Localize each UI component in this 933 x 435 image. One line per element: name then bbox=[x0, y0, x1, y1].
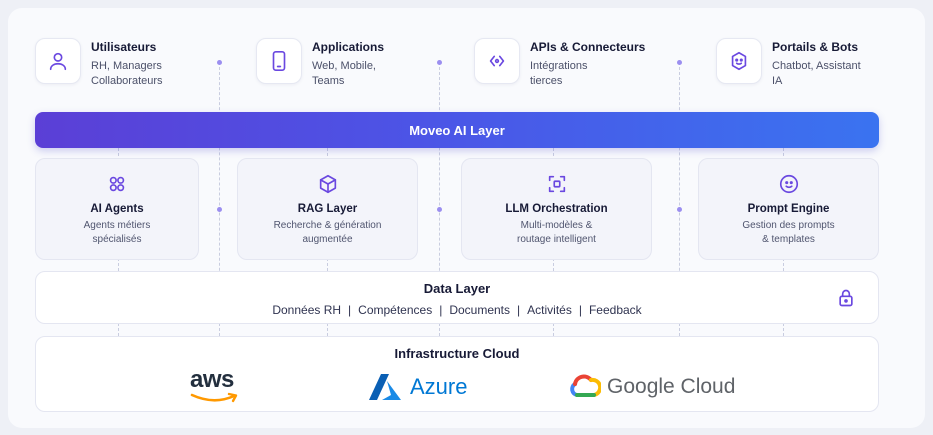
top-item-apis: APIs & Connecteurs Intégrations tierces bbox=[474, 38, 645, 94]
connector-dot bbox=[217, 60, 222, 65]
api-connector-icon bbox=[474, 38, 520, 84]
data-item: Feedback bbox=[588, 303, 642, 317]
data-item: Documents bbox=[449, 303, 511, 317]
bot-icon bbox=[716, 38, 762, 84]
module-subtitle: Agents métiers spécialisés bbox=[83, 220, 151, 245]
data-item: Activités bbox=[527, 303, 572, 317]
top-item-subtitle: Intégrations tierces bbox=[530, 60, 588, 87]
top-item-title: Applications bbox=[312, 40, 385, 54]
top-item-subtitle: Web, Mobile, Teams bbox=[312, 60, 376, 87]
module-card-ai-agents: AI Agents Agents métiers spécialisés bbox=[35, 158, 199, 260]
orchestration-icon bbox=[548, 175, 565, 193]
aws-wordmark: aws bbox=[190, 366, 234, 393]
connector-dot bbox=[437, 207, 442, 212]
data-layer-title: Data Layer bbox=[423, 281, 491, 296]
infrastructure-panel: Infrastructure Cloud aws Azure Google Cl… bbox=[35, 336, 879, 412]
azure-logo: Azure bbox=[368, 373, 467, 401]
data-separator: | bbox=[517, 303, 521, 317]
module-card-llm: LLM Orchestration Multi-modèles & routag… bbox=[461, 158, 652, 260]
data-separator: | bbox=[439, 303, 443, 317]
mobile-icon bbox=[256, 38, 302, 84]
top-item-subtitle: Chatbot, Assistant IA bbox=[772, 60, 861, 87]
top-item-portals: Portails & Bots Chatbot, Assistant IA bbox=[716, 38, 861, 94]
google-cloud-mark-icon bbox=[570, 374, 601, 397]
infrastructure-title: Infrastructure Cloud bbox=[394, 346, 520, 361]
top-item-users: Utilisateurs RH, Managers Collaborateurs bbox=[35, 38, 163, 94]
data-separator: | bbox=[578, 303, 582, 317]
google-cloud-logo: Google Cloud bbox=[569, 373, 735, 401]
aws-smile-icon bbox=[190, 392, 238, 403]
google-cloud-wordmark: Google Cloud bbox=[607, 375, 736, 398]
module-subtitle: Recherche & génération augmentée bbox=[273, 220, 382, 245]
connector-dot bbox=[437, 60, 442, 65]
module-title: Prompt Engine bbox=[747, 203, 830, 215]
module-subtitle: Multi-modèles & routage intelligent bbox=[517, 220, 596, 245]
data-layer-items: Données RH | Compétences | Documents | A… bbox=[36, 302, 878, 318]
aws-logo: aws bbox=[190, 367, 242, 403]
module-card-prompt: Prompt Engine Gestion des prompts & temp… bbox=[698, 158, 879, 260]
ai-layer-bar: Moveo AI Layer bbox=[35, 112, 879, 148]
lock-icon bbox=[839, 289, 853, 307]
top-item-applications: Applications Web, Mobile, Teams bbox=[256, 38, 384, 94]
agents-icon bbox=[109, 176, 125, 192]
top-item-title: Portails & Bots bbox=[772, 40, 859, 54]
module-subtitle: Gestion des prompts & templates bbox=[742, 220, 835, 245]
cube-icon bbox=[319, 174, 336, 194]
module-title: AI Agents bbox=[90, 203, 144, 215]
data-layer-panel: Data Layer Données RH | Compétences | Do… bbox=[35, 271, 879, 324]
data-item: Compétences bbox=[358, 303, 433, 317]
data-separator: | bbox=[348, 303, 352, 317]
top-item-subtitle: RH, Managers Collaborateurs bbox=[91, 60, 163, 87]
top-item-title: APIs & Connecteurs bbox=[530, 40, 646, 54]
connector-dot bbox=[217, 207, 222, 212]
prompt-icon bbox=[779, 174, 798, 194]
azure-mark-icon bbox=[369, 374, 401, 400]
module-card-rag: RAG Layer Recherche & génération augment… bbox=[237, 158, 418, 260]
top-item-title: Utilisateurs bbox=[91, 40, 157, 54]
connector-dot bbox=[677, 207, 682, 212]
module-title: RAG Layer bbox=[297, 203, 358, 215]
user-icon bbox=[35, 38, 81, 84]
module-title: LLM Orchestration bbox=[505, 203, 608, 215]
data-item: Données RH bbox=[272, 303, 342, 317]
connector-dot bbox=[677, 60, 682, 65]
azure-wordmark: Azure bbox=[410, 374, 468, 399]
